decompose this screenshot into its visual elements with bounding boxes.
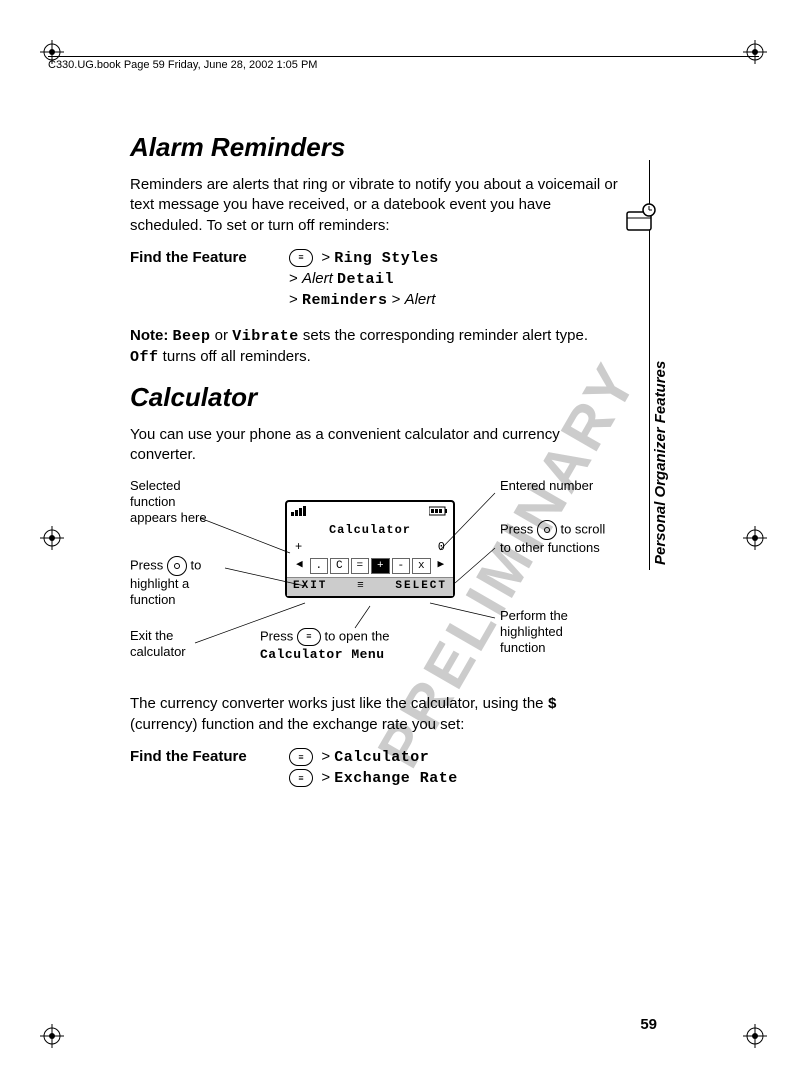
phone-status-bar xyxy=(291,506,449,522)
menu-icon xyxy=(297,628,321,646)
ftf-path: > Calculator > Exchange Rate xyxy=(289,747,620,790)
txt: Press xyxy=(500,521,537,536)
note-mid: sets the corresponding reminder alert ty… xyxy=(299,327,588,344)
crop-mark-icon xyxy=(743,526,767,550)
path-reminders: Reminders xyxy=(302,292,388,309)
softkey-select: SELECT xyxy=(395,580,447,594)
calculator-intro: You can use your phone as a convenient c… xyxy=(130,425,620,466)
ftf-label: Find the Feature xyxy=(130,248,275,312)
calculator-outro: The currency converter works just like t… xyxy=(130,694,620,736)
gt: > xyxy=(321,748,330,765)
phone-op: + xyxy=(295,540,302,555)
arrow-right-icon: ▶ xyxy=(433,558,450,574)
callout-press-open: Press to open the Calculator Menu xyxy=(260,628,460,663)
signal-icon xyxy=(291,506,315,522)
gt: > xyxy=(289,291,298,308)
path-exchange-rate: Exchange Rate xyxy=(334,770,458,787)
phone-title: Calculator xyxy=(291,523,449,538)
find-the-feature: Find the Feature > Calculator > Exchange… xyxy=(130,747,620,790)
phone-number: 0 xyxy=(438,540,445,555)
path-alert2: Alert xyxy=(405,291,436,308)
ftf-label: Find the Feature xyxy=(130,747,275,790)
heading-calculator: Calculator xyxy=(130,380,620,415)
note-off: Off xyxy=(130,349,159,366)
func-dot: . xyxy=(310,558,329,574)
callout-exit: Exit the calculator xyxy=(130,628,220,661)
func-plus: + xyxy=(371,558,390,574)
calculator-figure: Selected function appears here Press to … xyxy=(130,478,620,688)
callout-press-highlight: Press to highlight a function xyxy=(130,556,220,609)
func-times: x xyxy=(412,558,431,574)
softkey-exit: EXIT xyxy=(293,580,327,594)
menu-icon xyxy=(289,249,313,267)
txt: to open the xyxy=(321,628,390,643)
nav-icon xyxy=(537,520,557,540)
find-the-feature: Find the Feature > Ring Styles > Alert D… xyxy=(130,248,620,312)
alarm-intro: Reminders are alerts that ring or vibrat… xyxy=(130,175,620,236)
phone-screen: Calculator + 0 ◀ . C = + - x ▶ EXIT ≡ SE… xyxy=(285,500,455,599)
func-equals: = xyxy=(351,558,370,574)
func-clear: C xyxy=(330,558,349,574)
gt: > xyxy=(392,291,401,308)
crop-mark-icon xyxy=(40,526,64,550)
note-vibrate: Vibrate xyxy=(232,328,299,345)
path-calculator: Calculator xyxy=(334,749,429,766)
gt: > xyxy=(289,270,298,287)
gt: > xyxy=(321,769,330,786)
note-or: or xyxy=(211,327,233,344)
menu-icon xyxy=(289,769,313,787)
header-bookline: C330.UG.book Page 59 Friday, June 28, 20… xyxy=(48,56,759,71)
func-minus: - xyxy=(392,558,411,574)
arrow-left-icon: ◀ xyxy=(291,558,308,574)
path-alert: Alert xyxy=(302,270,333,287)
nav-icon xyxy=(167,556,187,576)
heading-alarm-reminders: Alarm Reminders xyxy=(130,130,620,165)
alarm-note: Note: Beep or Vibrate sets the correspon… xyxy=(130,326,620,369)
dollar-func: $ xyxy=(548,696,558,713)
callout-perform: Perform the highlighted function xyxy=(500,608,610,657)
page-number: 59 xyxy=(640,1016,657,1033)
txt: (currency) function and the exchange rat… xyxy=(130,716,464,733)
callout-press-scroll: Press to scroll to other functions xyxy=(500,520,610,556)
softkey-menu-icon: ≡ xyxy=(357,580,366,594)
header-text: C330.UG.book Page 59 Friday, June 28, 20… xyxy=(48,59,317,71)
ftf-path: > Ring Styles > Alert Detail > Reminders… xyxy=(289,248,620,312)
path-ring-styles: Ring Styles xyxy=(334,250,439,267)
path-detail: Detail xyxy=(337,271,394,288)
calc-menu-label: Calculator Menu xyxy=(260,647,385,662)
gt: > xyxy=(321,249,330,266)
note-label: Note: xyxy=(130,327,168,344)
menu-icon xyxy=(289,748,313,766)
phone-display-line: + 0 xyxy=(291,540,449,555)
crop-mark-icon xyxy=(40,1024,64,1048)
txt: The currency converter works just like t… xyxy=(130,695,548,712)
battery-icon xyxy=(429,506,449,522)
note-end: turns off all reminders. xyxy=(159,348,311,365)
callout-entered-number: Entered number xyxy=(500,478,610,494)
phone-softkeys: EXIT ≡ SELECT xyxy=(287,577,453,596)
phone-func-row: ◀ . C = + - x ▶ xyxy=(291,558,449,574)
datebook-icon xyxy=(623,200,659,243)
txt: Press xyxy=(260,628,297,643)
crop-mark-icon xyxy=(743,1024,767,1048)
section-tab-label: Personal Organizer Features xyxy=(652,361,669,565)
note-beep: Beep xyxy=(173,328,211,345)
callout-selected-function: Selected function appears here xyxy=(130,478,220,527)
